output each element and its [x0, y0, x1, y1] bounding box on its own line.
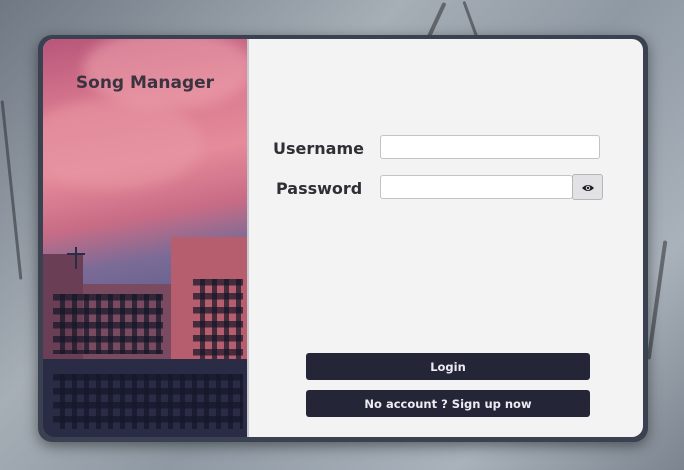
- username-label: Username: [273, 139, 364, 158]
- login-card: Song Manager Username Password Login No …: [43, 39, 643, 437]
- rooftop-antenna: [67, 253, 85, 255]
- login-window: Song Manager Username Password Login No …: [38, 35, 648, 442]
- building-windows: [193, 279, 243, 359]
- app-title: Song Manager: [75, 73, 215, 93]
- background-branch: [646, 240, 668, 360]
- password-input[interactable]: [380, 175, 573, 199]
- background-branch: [0, 100, 23, 280]
- building-windows: [53, 374, 243, 429]
- cloud-decoration: [43, 99, 203, 189]
- signup-button[interactable]: No account ? Sign up now: [306, 390, 590, 417]
- password-label: Password: [276, 179, 363, 198]
- login-button[interactable]: Login: [306, 353, 590, 380]
- show-password-button[interactable]: [572, 174, 603, 200]
- eye-icon: [581, 178, 595, 197]
- rooftop-antenna: [75, 247, 77, 269]
- cover-image-panel: Song Manager: [43, 39, 249, 437]
- username-input[interactable]: [380, 135, 600, 159]
- building-windows: [53, 294, 163, 354]
